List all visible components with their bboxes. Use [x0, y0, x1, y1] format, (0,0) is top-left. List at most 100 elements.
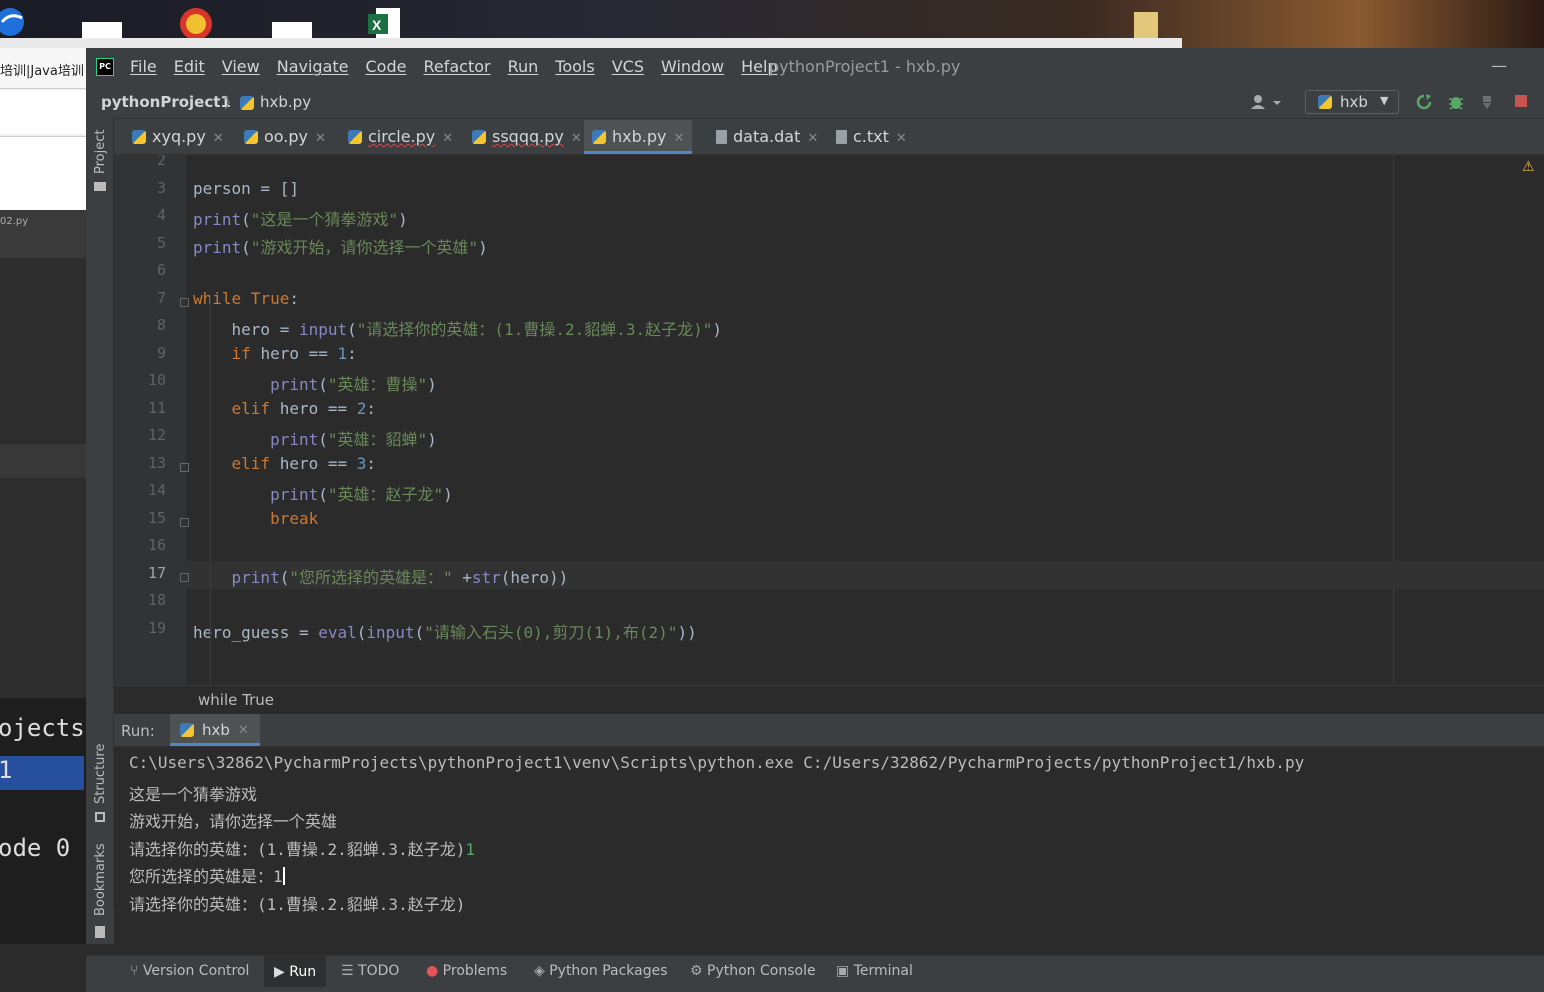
line-number: 7 [156, 288, 166, 307]
bg-tab[interactable]: 培训|Java培训 [0, 48, 86, 89]
line-number: 4 [156, 206, 166, 224]
tab-xyq-py[interactable]: xyq.py ✕ [124, 120, 232, 154]
indent-guide [210, 295, 211, 685]
tab-hxb-py[interactable]: hxb.py ✕ [584, 120, 693, 154]
code-token: 2 [356, 398, 367, 418]
tab-c-txt[interactable]: c.txt ✕ [828, 120, 915, 154]
tab-ssqqq-py[interactable]: ssqqq.py ✕ [464, 120, 590, 154]
line-number: 13 [147, 453, 166, 472]
fold-end-icon[interactable] [180, 517, 189, 527]
tool-python-packages[interactable]: ◈ Python Packages [534, 963, 668, 979]
run-configuration-select[interactable]: hxb ▼ [1305, 90, 1399, 114]
close-icon[interactable]: ✕ [807, 131, 818, 146]
menu-item-code[interactable]: Code [366, 57, 407, 76]
tool-todo[interactable]: ☰ TODO [341, 963, 399, 979]
code-token: ) [478, 237, 488, 257]
menu-item-navigate[interactable]: Navigate [277, 57, 349, 76]
blank-file-icon[interactable] [272, 4, 312, 40]
code-token: eval [318, 622, 357, 642]
bg-panel [0, 90, 86, 134]
profile-icon[interactable] [1480, 94, 1496, 110]
run-tab-hxb[interactable]: hxb ✕ [170, 714, 260, 746]
menu-item-run[interactable]: Run [508, 57, 539, 76]
rerun-icon[interactable] [1416, 94, 1432, 110]
code-token: + [462, 567, 472, 587]
user-icon[interactable] [1251, 94, 1281, 110]
close-icon[interactable]: ✕ [238, 723, 249, 738]
menu-item-file[interactable]: File [130, 57, 157, 76]
code-line[interactable]: print("您所选择的英雄是：" +str(hero)) [193, 564, 569, 588]
line-number: 10 [147, 371, 166, 389]
tab-oo-py[interactable]: oo.py ✕ [236, 120, 334, 154]
python-file-icon [244, 130, 258, 144]
debug-icon[interactable] [1448, 94, 1464, 110]
tool-run[interactable]: ▶ Run [264, 956, 327, 988]
menu-item-edit[interactable]: Edit [174, 57, 205, 76]
tab-label: circle.py [368, 127, 436, 146]
close-icon[interactable]: ✕ [213, 131, 224, 146]
structure-tool-button[interactable]: Structure [93, 744, 108, 804]
close-icon[interactable]: ✕ [315, 131, 326, 146]
project-tool-button[interactable]: Project [93, 130, 108, 174]
code-line[interactable]: break [193, 509, 318, 528]
run-panel-label: Run: [121, 722, 155, 740]
excel-icon[interactable]: X [368, 4, 408, 40]
close-icon[interactable]: ✕ [896, 131, 907, 146]
code-line[interactable]: print("英雄：赵子龙") [193, 481, 453, 505]
code-line[interactable]: print("英雄：貂蝉") [193, 426, 437, 450]
code-token: "游戏开始，请你选择一个英雄" [250, 237, 479, 257]
code-breadcrumb[interactable]: while True [198, 691, 274, 709]
tool-problems[interactable]: ● Problems [426, 963, 507, 979]
menu-item-window[interactable]: Window [661, 57, 724, 76]
code-line[interactable]: person = [] [193, 179, 299, 198]
tab-circle-py[interactable]: circle.py ✕ [340, 120, 461, 154]
close-icon[interactable]: ✕ [442, 131, 453, 146]
minimize-button[interactable]: — [1491, 56, 1507, 75]
fold-while-icon[interactable] [180, 297, 189, 307]
python-file-icon [240, 96, 254, 110]
browser-icon[interactable] [0, 4, 40, 40]
code-token: : [347, 343, 357, 363]
bg-panel [0, 258, 86, 698]
close-icon[interactable]: ✕ [673, 131, 684, 146]
bookmarks-tool-button[interactable]: Bookmarks [93, 843, 108, 916]
code-line[interactable]: while True: [193, 289, 299, 308]
menu-item-tools[interactable]: Tools [555, 57, 594, 76]
menu-item-view[interactable]: View [222, 57, 260, 76]
code-line[interactable]: print("英雄：曹操") [193, 371, 437, 395]
fold-elif-icon[interactable] [180, 462, 189, 472]
code-line[interactable]: hero = input("请选择你的英雄：(1.曹操.2.貂蝉.3.赵子龙)"… [193, 316, 723, 340]
menu-item-vcs[interactable]: VCS [612, 57, 644, 76]
tool-version-control[interactable]: ⑂ Version Control [130, 963, 249, 979]
stop-icon[interactable] [1514, 94, 1530, 110]
tool-terminal[interactable]: ▣ Terminal [836, 963, 913, 979]
code-editor[interactable]: 2 3 4 5 6 7 8 9 10 11 12 13 14 15 16 17 18 19 person = []… [114, 155, 1544, 685]
console-text: 游戏开始，请你选择一个英雄 [129, 812, 338, 831]
menu-item-refactor[interactable]: Refactor [423, 57, 490, 76]
warning-icon[interactable]: ⚠ [1522, 159, 1535, 175]
code-line[interactable]: elif hero == 2: [193, 398, 377, 418]
tool-label: Python Console [707, 963, 816, 979]
code-line[interactable]: if hero == 1: [193, 344, 357, 363]
code-line[interactable]: hero_guess = eval(input("请输入石头(0),剪刀(1),… [193, 619, 697, 643]
tab-data-dat[interactable]: data.dat ✕ [708, 120, 826, 154]
background-window: 培训|Java培训 02.py ojects\ 1 1 ode 0 [0, 48, 99, 944]
code-line[interactable]: print("游戏开始，请你选择一个英雄") [193, 234, 488, 258]
breadcrumb-project[interactable]: pythonProject1 [101, 93, 231, 111]
tool-python-console[interactable]: ⚙ Python Console [690, 963, 816, 979]
close-icon[interactable]: ✕ [571, 131, 582, 146]
code-line[interactable]: print("这是一个猜拳游戏") [193, 206, 408, 230]
code-token: ) [443, 485, 453, 504]
fold-end-icon[interactable] [180, 572, 189, 582]
terminal-icon: ▣ [836, 963, 854, 979]
blank-file-icon[interactable] [82, 4, 122, 40]
run-icon: ▶ [274, 964, 290, 980]
game-app-icon[interactable] [176, 4, 216, 40]
code-line[interactable]: elif hero == 3: [193, 454, 377, 473]
breadcrumb-file[interactable]: hxb.py [260, 93, 311, 111]
code-token: input [366, 622, 415, 642]
console-line: 请选择你的英雄：(1.曹操.2.貂蝉.3.赵子龙)1 [129, 836, 475, 860]
packages-icon: ◈ [534, 963, 550, 979]
run-console[interactable]: C:\Users\32862\PycharmProjects\pythonPro… [114, 747, 1544, 955]
folder-icon[interactable] [1132, 4, 1172, 40]
